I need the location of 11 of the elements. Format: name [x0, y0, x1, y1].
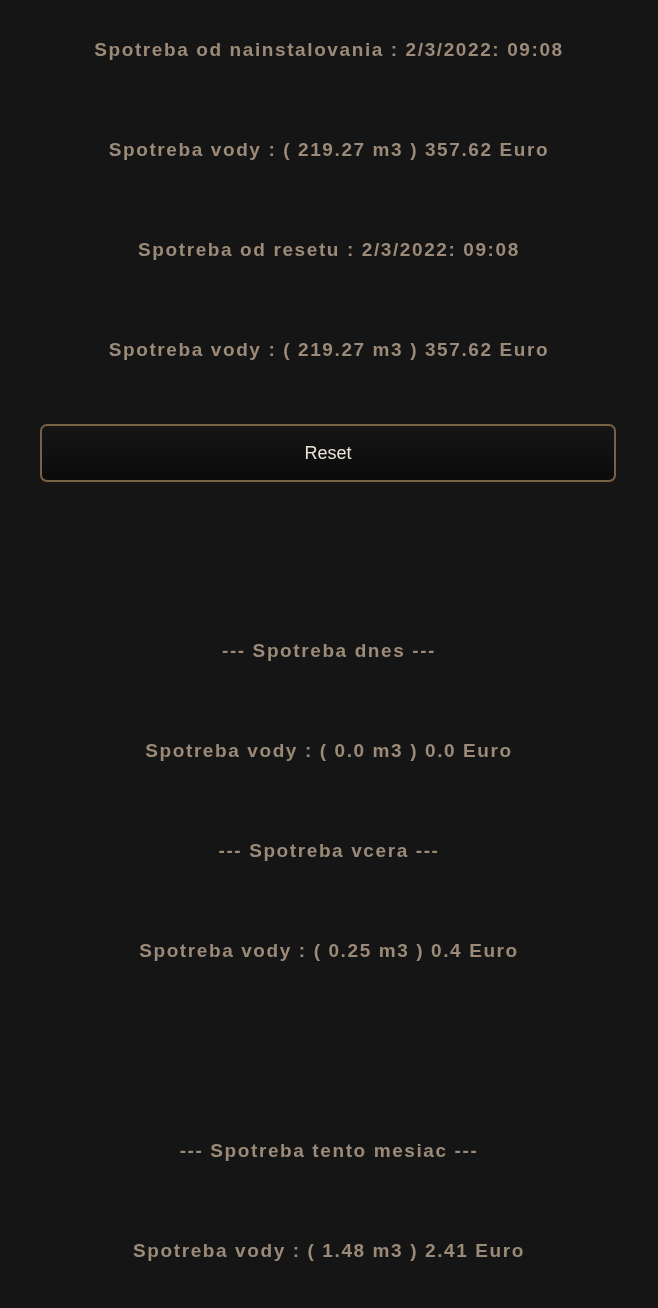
section-heading: --- Spotreba tento mesiac ---	[179, 1138, 479, 1163]
water-consumption-value: Spotreba vody : ( 0.0 m3 ) 0.0 Euro	[145, 738, 513, 763]
install-date-label: Spotreba od nainstalovania : 2/3/2022: 09:08	[94, 37, 564, 62]
reset-button[interactable]: Reset	[40, 424, 616, 482]
water-consumption-value: Spotreba vody : ( 0.25 m3 ) 0.4 Euro	[139, 938, 519, 963]
water-consumption-value: Spotreba vody : ( 1.48 m3 ) 2.41 Euro	[133, 1238, 525, 1263]
reset-date-label: Spotreba od resetu : 2/3/2022: 09:08	[138, 237, 520, 262]
section-heading: --- Spotreba vcera ---	[218, 838, 440, 863]
section-heading: --- Spotreba dnes ---	[221, 638, 437, 663]
water-consumption-value: Spotreba vody : ( 219.27 m3 ) 357.62 Euro	[108, 337, 550, 362]
water-consumption-value: Spotreba vody : ( 219.27 m3 ) 357.62 Euro	[108, 137, 550, 162]
